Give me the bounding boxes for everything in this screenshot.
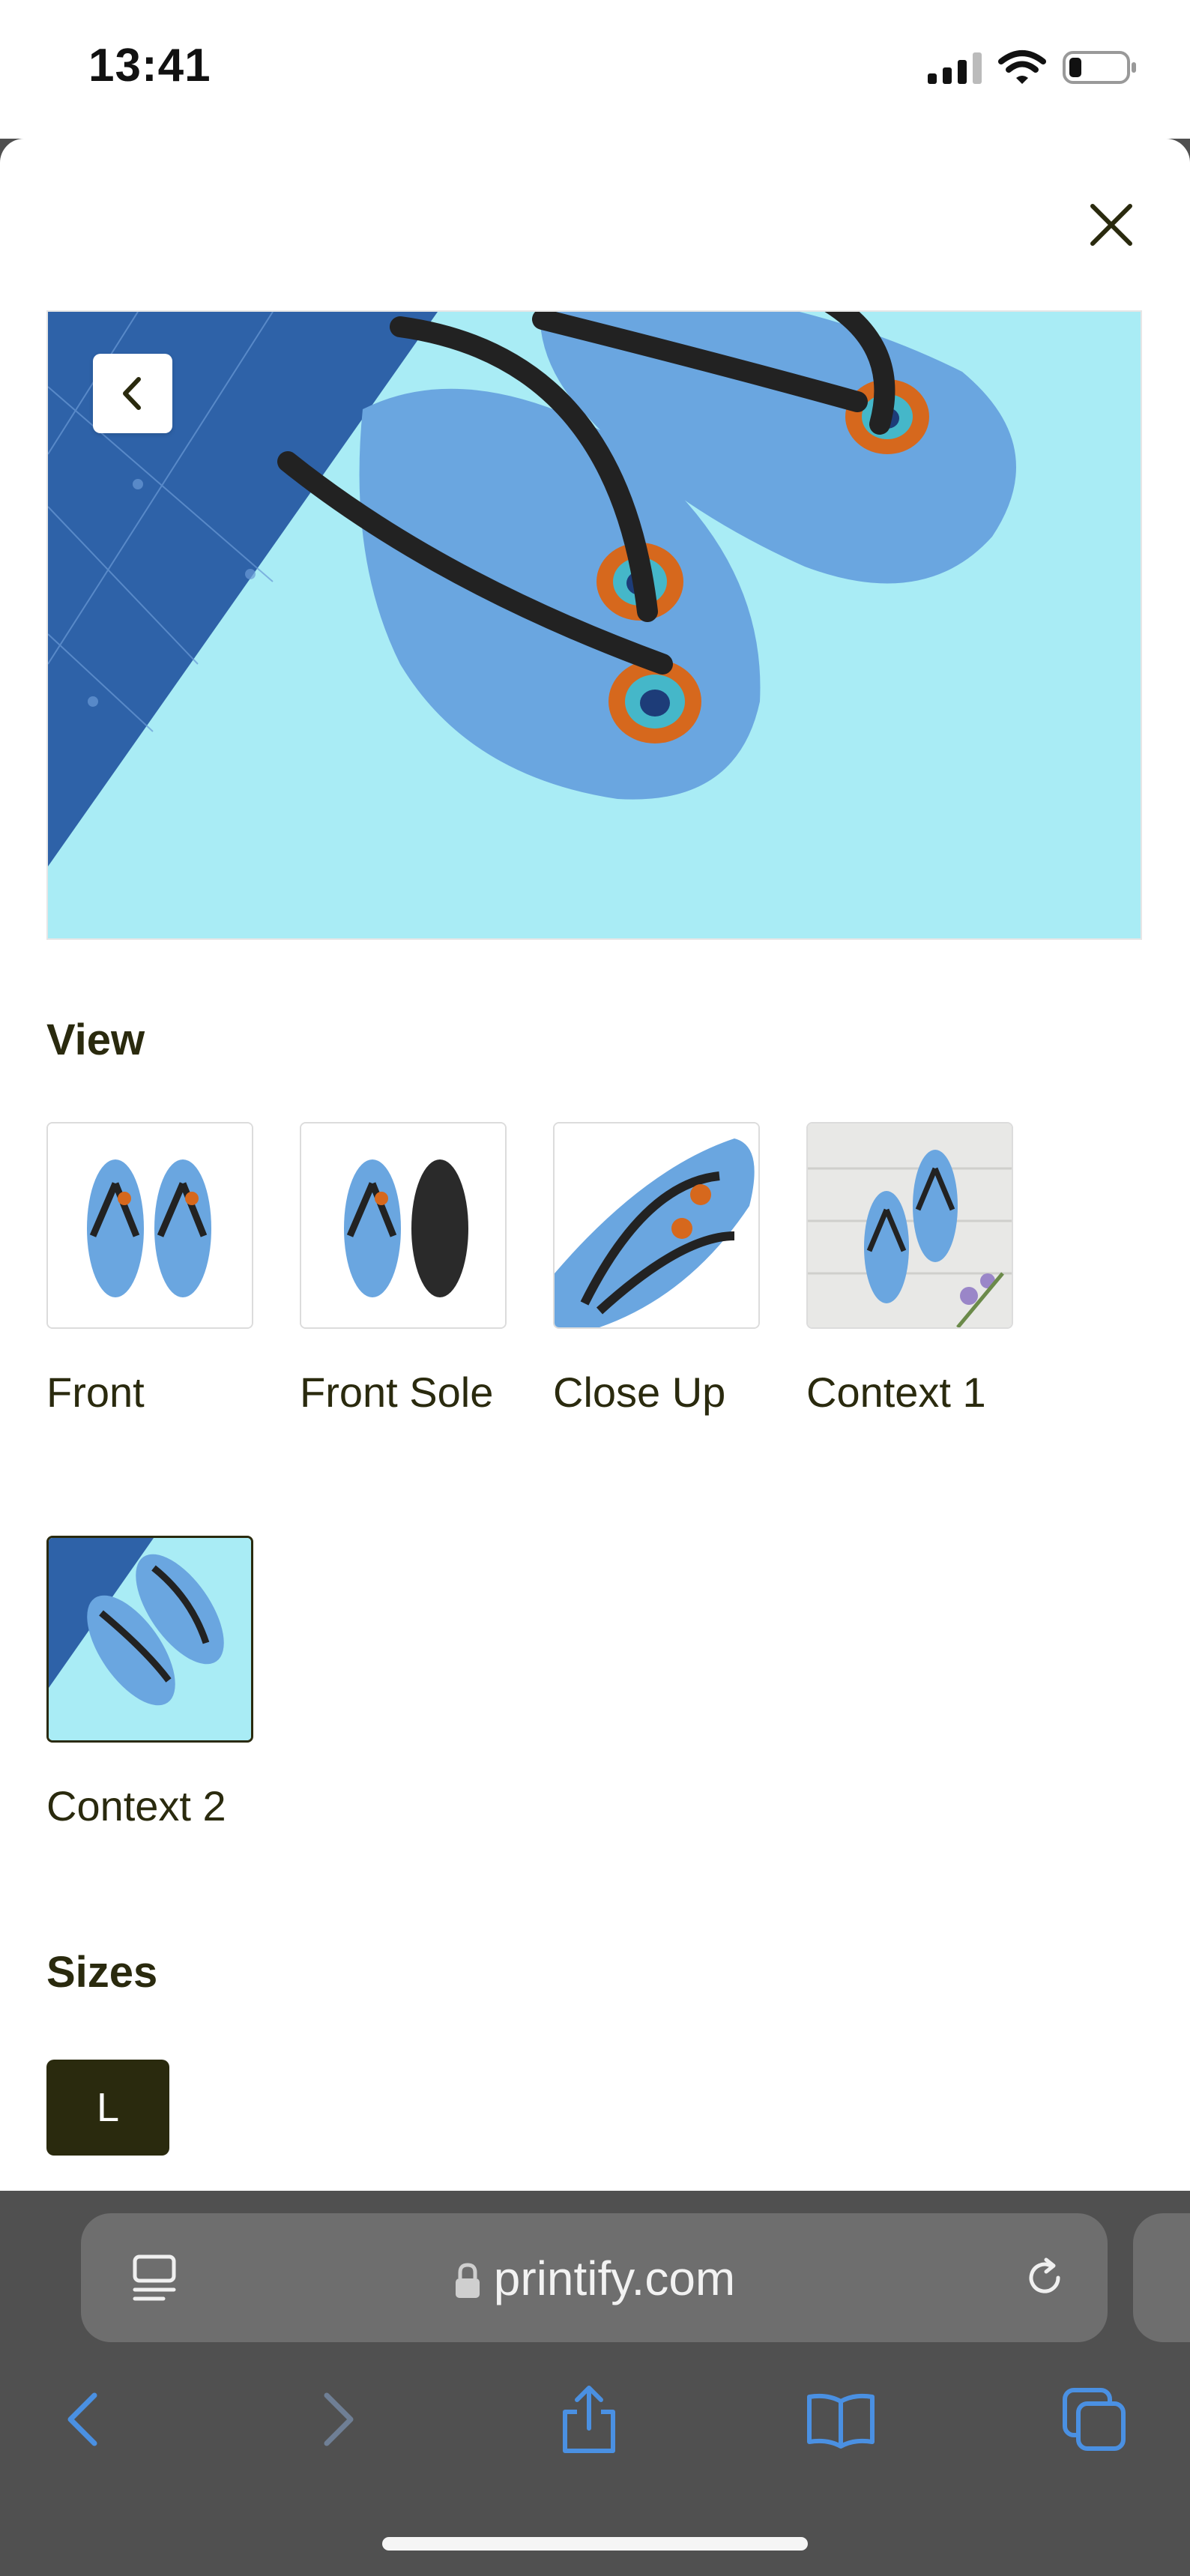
hero-back-button[interactable] [93,354,172,433]
bookmarks-button[interactable] [803,2382,878,2457]
size-option-l[interactable]: L [46,2060,169,2156]
view-label-close-up: Close Up [553,1369,726,1416]
view-thumbnail-front[interactable] [46,1122,253,1329]
view-option-front-sole[interactable]: Front Sole [300,1122,525,1426]
share-icon [563,2386,615,2453]
view-label-front: Front [46,1369,145,1416]
product-hero-image [46,310,1142,940]
share-button[interactable] [552,2382,626,2457]
close-up-thumbnail-image [555,1123,758,1327]
view-thumbnail-front-sole[interactable] [300,1122,507,1329]
url-text: printify.com [493,2251,736,2305]
status-icons [928,49,1138,85]
bookmarks-icon [807,2393,875,2449]
front-thumbnail-image [48,1123,252,1327]
view-label-context-1: Context 1 [806,1369,986,1416]
context-2-thumbnail-image [49,1538,251,1740]
next-tab-peek[interactable] [1133,2213,1190,2342]
close-button[interactable] [1085,199,1138,251]
sizes-section-title: Sizes [46,1948,158,1997]
lock-icon [455,2263,480,2298]
view-section-title: View [46,1016,145,1064]
view-option-close-up[interactable]: Close Up [553,1122,778,1426]
view-label-front-sole: Front Sole [300,1369,494,1416]
view-option-context-2[interactable]: Context 2 [46,1536,271,1840]
tabs-icon [1063,2388,1126,2451]
cellular-signal-icon [928,52,982,84]
status-time: 13:41 [88,40,211,91]
product-view-modal: View Front Front Sole Close Up Context 1… [0,139,1190,2191]
view-label-context-2: Context 2 [46,1782,226,1830]
browser-url-bar[interactable]: printify.com [81,2213,1108,2342]
view-thumbnail-context-1[interactable] [806,1122,1013,1329]
browser-forward-button[interactable] [301,2382,376,2457]
tabs-button[interactable] [1057,2382,1132,2457]
url-display[interactable]: printify.com [81,2251,1108,2306]
status-bar: 13:41 [0,0,1190,139]
view-thumbnail-context-2[interactable] [46,1536,253,1743]
view-option-context-1[interactable]: Context 1 [806,1122,1031,1426]
close-icon [1090,204,1132,246]
view-option-front[interactable]: Front [46,1122,271,1426]
browser-back-button[interactable] [45,2382,120,2457]
context-1-thumbnail-image [808,1123,1012,1327]
home-indicator [382,2537,808,2551]
chevron-left-icon [123,377,141,410]
forward-icon [324,2392,354,2446]
front-sole-thumbnail-image [301,1123,505,1327]
view-thumbnail-close-up[interactable] [553,1122,760,1329]
reload-icon[interactable] [1021,2254,1069,2302]
wifi-icon [998,50,1046,84]
flip-flops-context-image [48,312,1141,938]
battery-icon [1063,51,1136,84]
back-icon [67,2392,97,2446]
